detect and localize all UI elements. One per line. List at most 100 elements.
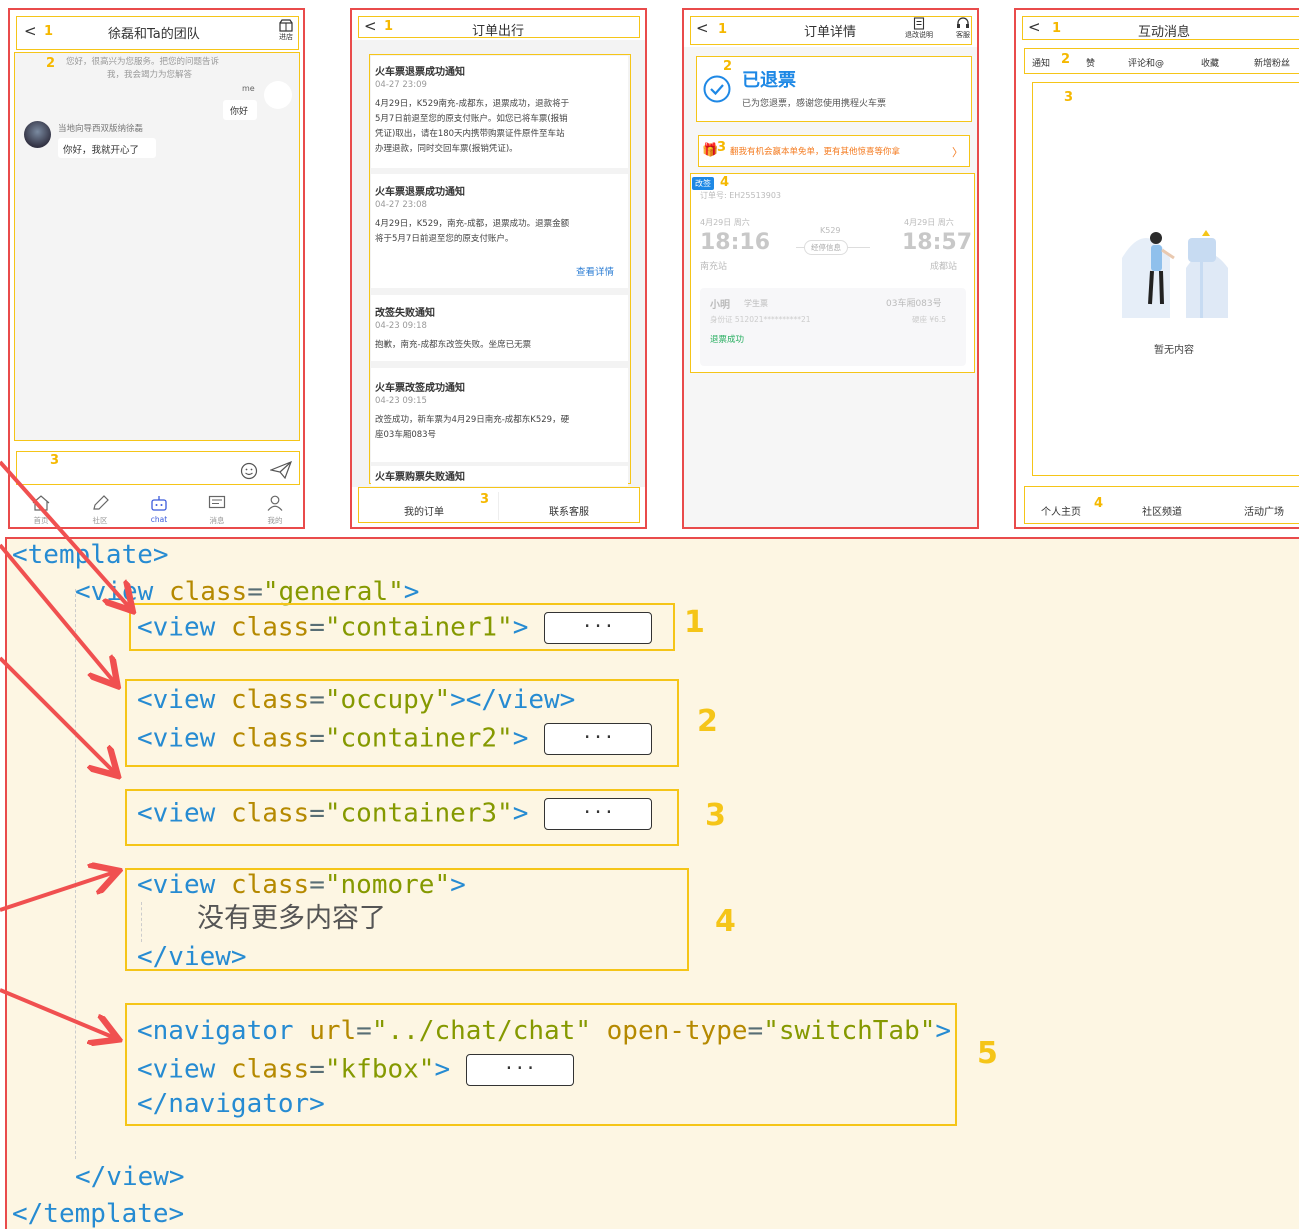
code-line-view-close: </view> bbox=[75, 1162, 185, 1192]
annotation-number: 4 bbox=[720, 175, 730, 190]
send-icon[interactable] bbox=[270, 461, 292, 479]
back-icon[interactable]: < bbox=[696, 19, 709, 37]
container3-bottom bbox=[358, 487, 640, 523]
tab-message[interactable]: 消息 bbox=[204, 495, 230, 526]
notice-line: 办理退款，同时交回车票(报销凭证)。 bbox=[375, 144, 518, 154]
notice-time: 04-23 09:18 bbox=[375, 321, 427, 331]
annotation-number: 3 bbox=[1064, 90, 1074, 105]
community-icon bbox=[93, 495, 109, 510]
empty-text: 暂无内容 bbox=[1154, 345, 1194, 356]
annotation-number: 2 bbox=[1061, 52, 1071, 67]
container2-status bbox=[696, 56, 972, 122]
tab-community[interactable]: 社区 bbox=[87, 495, 113, 526]
notice-title: 改签失败通知 bbox=[375, 308, 435, 319]
notice-line: 5月7日前退至您的原支付账户。如您已将车票(报销 bbox=[375, 114, 568, 124]
annotation-number: 1 bbox=[684, 605, 705, 640]
notice-time: 04-27 23:09 bbox=[375, 80, 427, 90]
shop-icon bbox=[279, 19, 293, 32]
order-number: 订单号: EH25513903 bbox=[700, 191, 782, 200]
rebooked-badge: 改签 bbox=[692, 177, 714, 190]
tab-like[interactable]: 赞 bbox=[1086, 56, 1095, 69]
me-avatar bbox=[264, 81, 292, 109]
annotation-number: 1 bbox=[384, 19, 394, 34]
refund-status-sub: 已为您退票，感谢您使用携程火车票 bbox=[742, 99, 887, 109]
indent-guide bbox=[75, 589, 76, 1159]
shop-button[interactable]: 进店 bbox=[276, 19, 296, 41]
annotation-number: 4 bbox=[1094, 496, 1104, 511]
tab-home[interactable]: 首页 bbox=[28, 495, 54, 526]
back-icon[interactable]: < bbox=[364, 17, 377, 35]
refund-rule-button[interactable]: 退改说明 bbox=[898, 17, 940, 39]
code-line-nomore-close: </view> bbox=[137, 942, 247, 972]
notice-title: 火车票退票成功通知 bbox=[375, 67, 465, 78]
home-icon bbox=[32, 495, 50, 511]
headset-icon bbox=[957, 17, 969, 28]
code-line-nomore: <view class="nomore"> bbox=[137, 870, 466, 900]
collapsed-block[interactable]: ··· bbox=[544, 612, 653, 644]
view-detail-link[interactable]: 查看详情 bbox=[576, 264, 614, 278]
document-icon bbox=[913, 17, 925, 30]
train-number: K529 bbox=[820, 226, 841, 235]
ticket-price: 硬座 ¥6.5 bbox=[912, 315, 947, 324]
robot-icon bbox=[151, 496, 167, 511]
annotation-number: 3 bbox=[705, 798, 726, 833]
tab-comment[interactable]: 评论和@ bbox=[1128, 56, 1164, 69]
annotation-number: 5 bbox=[977, 1036, 998, 1071]
annotation-number: 1 bbox=[1052, 21, 1062, 36]
code-line-general: <view class="general"> bbox=[75, 577, 420, 607]
notice-title: 火车票改签成功通知 bbox=[375, 383, 465, 394]
passenger-name: 小明 bbox=[710, 300, 730, 311]
departure-time: 18:16 bbox=[700, 230, 771, 255]
collapsed-block[interactable]: ··· bbox=[465, 1054, 574, 1086]
collapsed-block[interactable]: ··· bbox=[544, 798, 653, 830]
check-circle-icon bbox=[703, 75, 731, 103]
ticket-type: 学生票 bbox=[744, 299, 768, 308]
activity-square-link[interactable]: 活动广场 bbox=[1244, 503, 1284, 518]
user-icon bbox=[267, 495, 283, 511]
annotation-number: 3 bbox=[717, 140, 727, 155]
interaction-title: 互动消息 bbox=[1138, 25, 1191, 40]
stop-info-button[interactable]: 经停信息 bbox=[804, 240, 848, 255]
code-line-navigator-open: <navigator url="../chat/chat" open-type=… bbox=[137, 1016, 952, 1046]
contact-service-button[interactable]: 联系客服 bbox=[549, 503, 589, 518]
code-line-nomore-text: 没有更多内容了 bbox=[197, 903, 386, 934]
guide-message: 你好，我就开心了 bbox=[63, 145, 140, 156]
annotation-number: 4 bbox=[715, 904, 736, 939]
back-icon[interactable]: < bbox=[24, 22, 37, 40]
refund-status: 已退票 bbox=[742, 70, 796, 91]
id-card: 身份证 512021**********21 bbox=[710, 315, 811, 324]
message-input[interactable] bbox=[22, 457, 232, 481]
personal-home-link[interactable]: 个人主页 bbox=[1041, 503, 1081, 518]
chevron-right-icon: 〉 bbox=[952, 146, 963, 159]
detail-title: 订单详情 bbox=[804, 25, 857, 40]
tab-mine[interactable]: 我的 bbox=[262, 495, 288, 526]
chat-screen: < 1 徐磊和Ta的团队 进店 2 您好，很高兴为您服务。把您的问题告诉 我，我… bbox=[8, 8, 305, 529]
notice-line: 4月29日，K529南充-成都东，退票成功，退款将于 bbox=[375, 99, 570, 109]
collapsed-block[interactable]: ··· bbox=[544, 723, 653, 755]
notice-title: 火车票购票失败通知 bbox=[375, 472, 465, 483]
my-orders-button[interactable]: 我的订单 bbox=[404, 503, 444, 518]
tab-label: 首页 bbox=[33, 516, 49, 525]
code-line-template-open: <template> bbox=[12, 540, 169, 570]
order-notice-screen: < 1 订单出行 2 火车票退票成功通知 04-27 23:09 4月29日，K… bbox=[350, 8, 647, 529]
arrival-station: 成都站 bbox=[930, 262, 958, 272]
back-icon[interactable]: < bbox=[1028, 18, 1041, 36]
order-detail-screen: < 1 订单详情 退改说明 客服 2 已退票 已为您退票，感谢您使用携程火车票 … bbox=[682, 8, 979, 529]
interaction-screen: < 1 互动消息 2 通知 赞 评论和@ 收藏 新增粉丝 3 暂无内容 4 个人… bbox=[1014, 8, 1299, 529]
tab-favorite[interactable]: 收藏 bbox=[1201, 56, 1219, 69]
chat-title: 徐磊和Ta的团队 bbox=[108, 27, 200, 42]
welcome-text-2: 我，我会竭力为您解答 bbox=[107, 70, 193, 80]
emoji-icon[interactable] bbox=[240, 462, 258, 480]
community-channel-link[interactable]: 社区频道 bbox=[1142, 503, 1182, 518]
customer-service-button[interactable]: 客服 bbox=[952, 17, 974, 39]
annotation-number: 2 bbox=[723, 59, 733, 74]
code-line-kfbox: <view class="kfbox"> ··· bbox=[137, 1054, 574, 1086]
notice-line: 4月29日，K529，南充-成都，退票成功。退票金额 bbox=[375, 219, 570, 229]
container2-body bbox=[14, 52, 300, 441]
tab-notice[interactable]: 通知 bbox=[1032, 56, 1050, 69]
tab-new-fans[interactable]: 新增粉丝 bbox=[1254, 56, 1290, 69]
tab-label: 我的 bbox=[267, 516, 283, 525]
welcome-text: 您好，很高兴为您服务。把您的问题告诉 bbox=[66, 57, 220, 67]
tab-chat[interactable]: chat bbox=[144, 495, 174, 524]
divider bbox=[498, 492, 499, 520]
